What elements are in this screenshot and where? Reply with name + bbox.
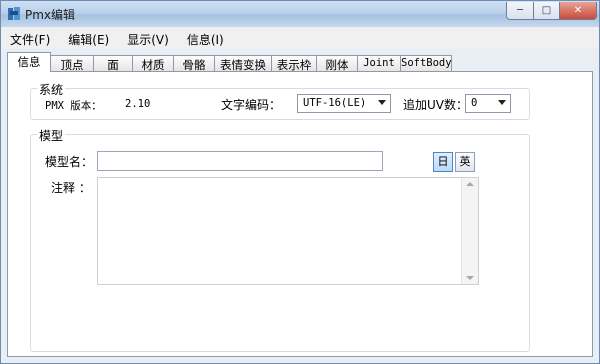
tab-face[interactable]: 面 bbox=[93, 55, 133, 72]
encoding-value: UTF-16(LE) bbox=[303, 97, 367, 109]
maximize-button[interactable]: □ bbox=[533, 2, 560, 20]
tab-bone[interactable]: 骨骼 bbox=[173, 55, 215, 72]
close-button[interactable]: ✕ bbox=[559, 2, 597, 20]
lang-en-button[interactable]: 英 bbox=[455, 152, 475, 172]
lang-jp-button[interactable]: 日 bbox=[433, 152, 453, 172]
scroll-down-icon[interactable] bbox=[466, 276, 474, 280]
model-group: 模型 模型名： 日 英 注释 ： bbox=[30, 127, 530, 352]
tab-rigidbody[interactable]: 刚体 bbox=[316, 55, 358, 72]
encoding-label: 文字编码： bbox=[221, 98, 282, 112]
system-group: 系统 PMX 版本： 2.10 文字编码： UTF-16(LE) 追加UV数： … bbox=[30, 81, 530, 120]
uv-count-select[interactable]: 0 bbox=[465, 94, 511, 113]
menu-info[interactable]: 信息(I) bbox=[178, 27, 233, 49]
pmx-version-label: PMX 版本： bbox=[45, 100, 102, 112]
encoding-select[interactable]: UTF-16(LE) bbox=[297, 94, 391, 113]
menu-file[interactable]: 文件(F) bbox=[1, 27, 59, 49]
tab-softbody[interactable]: SoftBody bbox=[400, 55, 452, 72]
uv-count-value: 0 bbox=[471, 97, 478, 109]
tab-material[interactable]: 材质 bbox=[132, 55, 174, 72]
chevron-down-icon bbox=[498, 100, 506, 105]
model-name-input[interactable] bbox=[97, 151, 383, 171]
scroll-up-icon[interactable] bbox=[466, 182, 474, 186]
menu-view[interactable]: 显示(V) bbox=[118, 27, 178, 49]
tab-info[interactable]: 信息 bbox=[7, 52, 51, 72]
pmx-version-value: 2.10 bbox=[125, 98, 151, 110]
uv-count-label: 追加UV数： bbox=[403, 98, 468, 112]
close-icon: ✕ bbox=[573, 5, 583, 16]
app-window: Pmx编辑 ─ □ ✕ 文件(F) 编辑(E) 显示(V) 信息(I) 信息 顶… bbox=[0, 0, 600, 364]
maximize-icon: □ bbox=[541, 5, 552, 16]
model-name-label: 模型名： bbox=[45, 155, 94, 169]
comment-scrollbar[interactable] bbox=[461, 178, 478, 284]
tab-vertex[interactable]: 顶点 bbox=[50, 55, 94, 72]
minimize-button[interactable]: ─ bbox=[506, 2, 534, 20]
system-group-title: 系统 bbox=[37, 81, 66, 98]
tab-strip: 信息 顶点 面 材质 骨骼 表情变换 表示枠 刚体 Joint SoftBody bbox=[7, 52, 452, 72]
title-bar[interactable]: Pmx编辑 ─ □ ✕ bbox=[1, 1, 599, 27]
minimize-icon: ─ bbox=[516, 5, 524, 16]
menu-bar: 文件(F) 编辑(E) 显示(V) 信息(I) bbox=[1, 27, 599, 49]
comment-label: 注释 ： bbox=[51, 181, 91, 195]
tab-morph[interactable]: 表情变换 bbox=[214, 55, 272, 72]
chevron-down-icon bbox=[378, 100, 386, 105]
app-icon bbox=[8, 7, 20, 20]
tab-display-frame[interactable]: 表示枠 bbox=[271, 55, 317, 72]
model-group-title: 模型 bbox=[37, 127, 66, 144]
comment-textarea[interactable] bbox=[97, 177, 479, 285]
menu-edit[interactable]: 编辑(E) bbox=[59, 27, 118, 49]
tab-panel-info: 系统 PMX 版本： 2.10 文字编码： UTF-16(LE) 追加UV数： … bbox=[7, 71, 593, 357]
window-title: Pmx编辑 bbox=[25, 8, 76, 22]
tab-joint[interactable]: Joint bbox=[357, 55, 401, 72]
